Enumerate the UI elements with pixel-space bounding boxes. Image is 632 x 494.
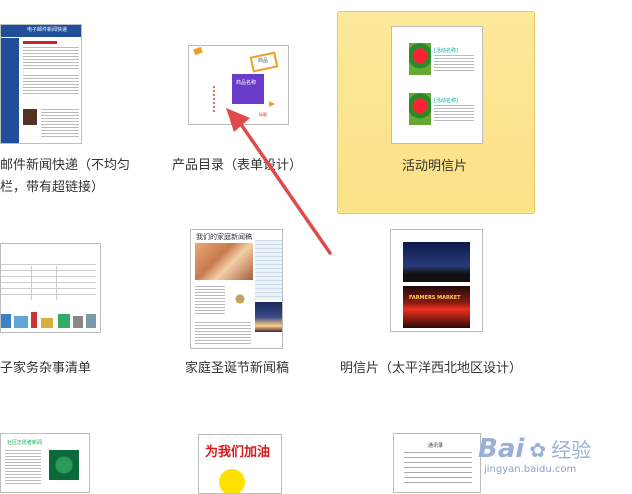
thumbnail-title: 电子邮件新闻快递 [27,27,68,33]
template-thumbnail: FARMERS MARKET [390,229,483,332]
thumbnail-text: 标题 [259,112,267,117]
template-label: 产品目录（表单设计） [172,158,303,173]
thumbnail-title: 我们的家庭新闻稿 [196,233,252,241]
template-tile-christmas-news[interactable]: 我们的家庭新闻稿 家庭圣诞节新闻稿 [170,228,308,388]
template-thumbnail: 我们的家庭新闻稿 [190,229,283,349]
template-label: 栏，带有超链接） [0,180,105,195]
template-tile-product-catalog[interactable]: 商品 商品名称 标题 产品目录（表单设计） [170,10,308,215]
template-thumbnail [0,243,101,333]
leaf-image [49,450,79,480]
market-photo [403,286,470,328]
thumbnail-title: 为我们加油 [205,445,271,460]
baidu-watermark: Bai ✿ 经验 jingyan.baidu.com [478,434,591,475]
thumbnail-text: [活动名称] [434,48,458,54]
ornament-image [231,290,249,308]
template-label: 明信片（太平洋西北地区设计） [340,361,523,376]
template-tile-cheer-poster[interactable]: 为我们加油 [170,430,308,494]
thumbnail-title: 通讯录 [428,443,444,449]
thumbnail-text: [活动名称] [434,98,458,104]
flower-image [409,43,431,75]
watermark-brand: Bai [478,434,525,464]
template-tile-email-news[interactable]: 电子邮件新闻快递 邮件新闻快递（不均匀 栏，带有超链接） [0,10,165,215]
template-tile-volunteer-news[interactable]: 社区志愿者新闻 [0,430,165,493]
family-photo [195,243,253,280]
template-label: 子家务杂事清单 [0,361,92,376]
template-thumbnail: 通讯录 [393,433,481,493]
thumbnail-title: 社区志愿者新闻 [7,440,43,446]
template-thumbnail: 为我们加油 [198,434,282,494]
template-tile-pnw-postcard[interactable]: FARMERS MARKET 明信片（太平洋西北地区设计） [340,228,535,388]
template-tile-event-postcard[interactable]: [活动名称] [活动名称] 活动明信片 [337,11,535,214]
template-label: 邮件新闻快递（不均匀 [0,158,131,173]
sun-image [219,469,245,493]
template-tile-family-chores[interactable]: 子家务杂事清单 [0,228,165,388]
template-thumbnail: 社区志愿者新闻 [0,433,90,493]
thumbnail-text: 商品名称 [236,80,257,86]
template-label: 活动明信片 [402,159,468,174]
template-thumbnail: [活动名称] [活动名称] [391,26,483,144]
flower-image [409,93,431,125]
thumbnail-text: 商品 [258,58,269,64]
template-thumbnail: 商品 商品名称 标题 [188,45,289,125]
paw-icon: ✿ [529,438,547,462]
watermark-url: jingyan.baidu.com [484,464,577,475]
template-thumbnail: 电子邮件新闻快递 [0,24,82,144]
skyline-photo [403,242,470,282]
watermark-suffix: 经验 [551,438,592,462]
template-label: 家庭圣诞节新闻稿 [185,361,290,376]
city-photo [255,302,282,332]
thumbnail-text: FARMERS MARKET [409,295,461,301]
